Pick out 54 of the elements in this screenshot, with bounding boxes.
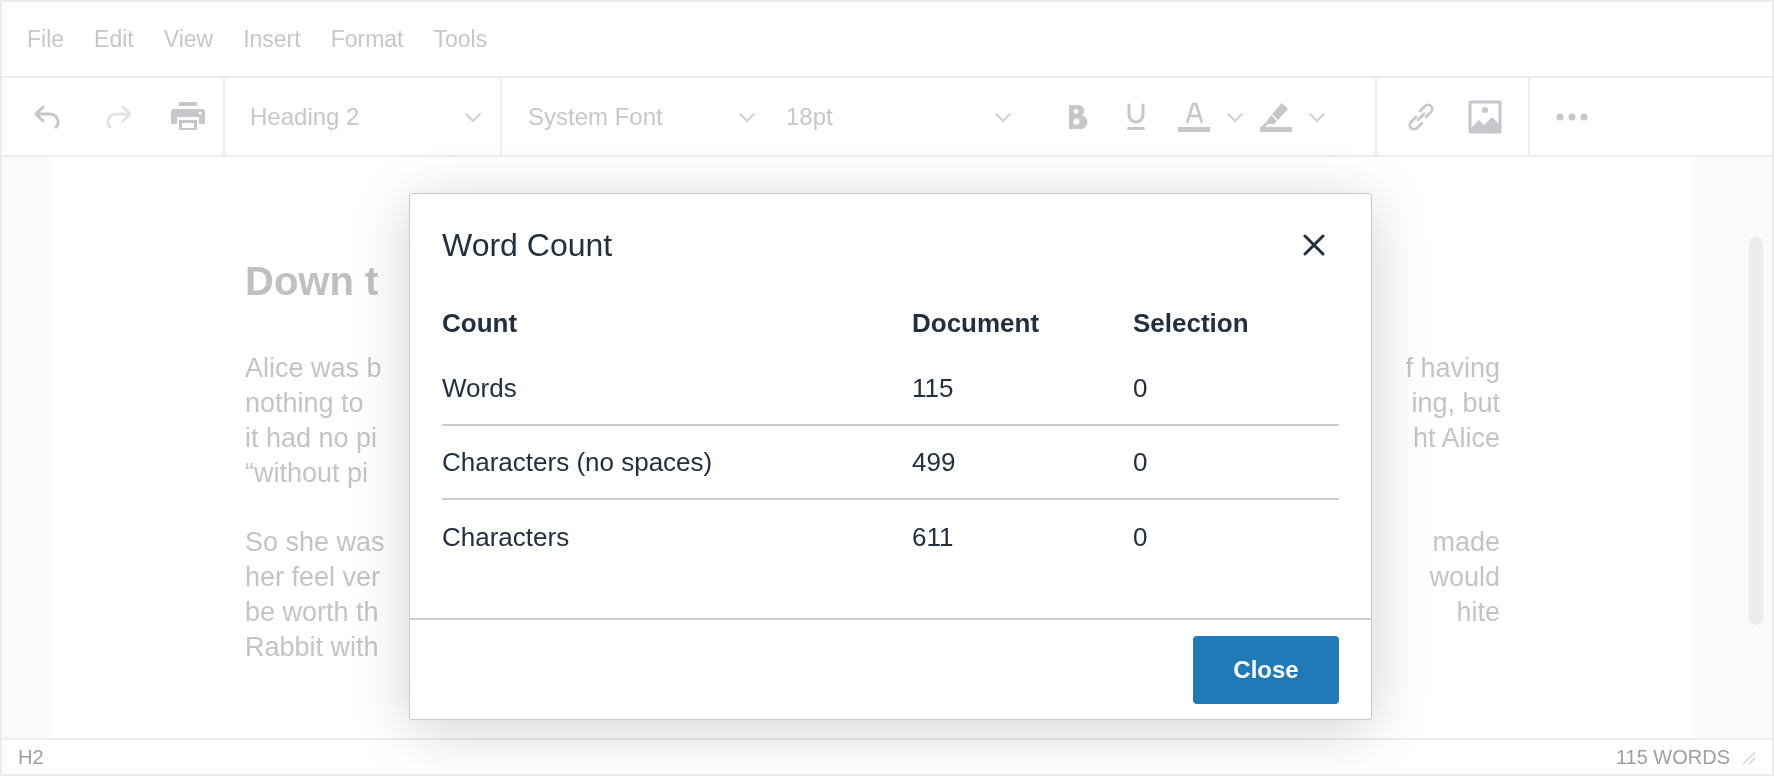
column-header: Selection — [1133, 306, 1250, 340]
menu-item[interactable]: Edit — [94, 21, 134, 57]
paragraph-text: her feel ver — [245, 561, 382, 594]
paragraph-text: made — [1432, 526, 1500, 559]
table-cell-text: 0 — [1133, 520, 1149, 554]
paragraph-text: “without pi — [245, 457, 370, 490]
paragraph-text: be worth th — [245, 596, 380, 629]
paragraph-text: would — [1429, 561, 1500, 594]
text-color-icon — [1176, 100, 1212, 133]
table-cell-text: Characters — [442, 520, 571, 554]
image-icon — [1467, 99, 1502, 134]
paragraph-text: So she was — [245, 526, 385, 559]
menu-item[interactable]: Tools — [433, 21, 488, 57]
close-icon[interactable] — [1303, 234, 1325, 256]
paragraph-text: it had no pi — [245, 422, 379, 455]
table-cell-text: 0 — [1133, 445, 1149, 479]
table-cell-text: 611 — [912, 520, 955, 554]
paragraph-text: ing, but — [1411, 387, 1500, 420]
chevron-down-icon — [1308, 111, 1326, 122]
element-path[interactable]: H2 — [18, 742, 44, 772]
bold-icon — [1066, 102, 1090, 131]
paragraph-text: Rabbit with — [245, 631, 380, 664]
close-button[interactable]: Close — [1193, 635, 1339, 704]
printer-icon — [170, 100, 206, 133]
paragraph-text: hite — [1456, 596, 1500, 629]
paragraph-text: ht Alice — [1412, 422, 1500, 455]
document-heading: Down t — [245, 258, 379, 305]
table-cell-text: 0 — [1133, 371, 1149, 405]
highlighter-icon — [1258, 100, 1294, 133]
column-header: Count — [442, 306, 519, 340]
paragraph-text: f having — [1405, 352, 1500, 385]
paragraph-text: Alice was b — [245, 352, 382, 385]
table-cell-text: 499 — [912, 445, 957, 479]
underline-icon — [1124, 102, 1148, 131]
menu-item[interactable]: Format — [330, 21, 404, 57]
menu-item[interactable]: View — [163, 21, 214, 57]
more-dots-icon — [1556, 112, 1588, 121]
menu-item[interactable]: Insert — [243, 21, 301, 57]
block-format-dropdown[interactable]: Heading 2 — [250, 98, 482, 135]
table-cell-text: Words — [442, 371, 518, 405]
font-family-dropdown[interactable]: System Font — [528, 98, 756, 135]
resize-handle-icon[interactable] — [1740, 749, 1756, 765]
chevron-down-icon — [994, 111, 1012, 122]
menu-item[interactable]: File — [27, 21, 65, 57]
chevron-down-icon — [738, 111, 756, 122]
word-count-status[interactable]: 115 WORDS — [1615, 742, 1730, 772]
table-cell-text: 115 — [912, 371, 955, 405]
column-header: Document — [912, 306, 1041, 340]
chevron-down-icon — [464, 111, 482, 122]
chevron-down-icon — [1226, 111, 1244, 122]
dialog-title: Word Count — [442, 226, 613, 265]
font-size-dropdown[interactable]: 18pt — [786, 98, 1012, 135]
table-cell-text: Characters (no spaces) — [442, 445, 714, 479]
paragraph-text: nothing to — [245, 387, 365, 420]
